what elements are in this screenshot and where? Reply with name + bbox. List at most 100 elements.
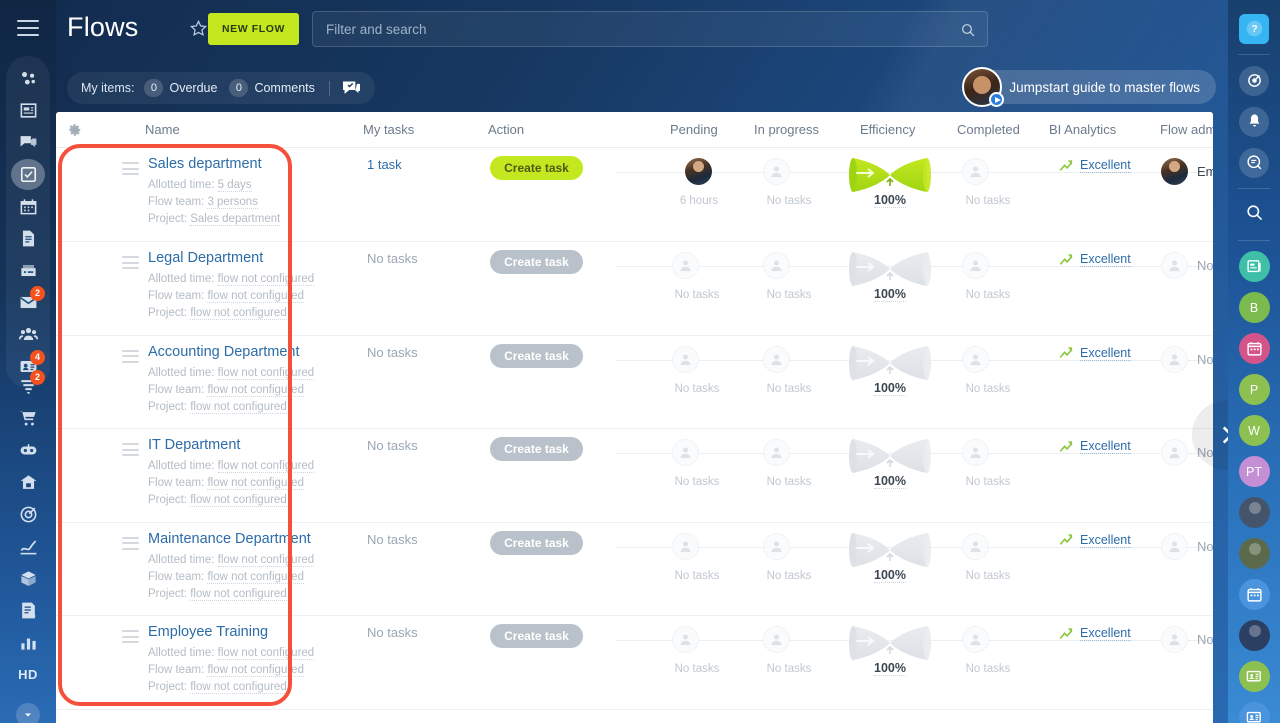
efficiency-gauge[interactable]	[843, 620, 937, 666]
avatar-pt[interactable]: PT	[1238, 456, 1270, 487]
user-photo-3[interactable]	[1238, 620, 1270, 651]
column-header-bi-analytics[interactable]: BI Analytics	[1049, 122, 1116, 137]
overdue-chip[interactable]: 0 Overdue	[144, 79, 217, 97]
sidebar-expand-button[interactable]	[16, 703, 40, 723]
right-sidebar-user-photo-1[interactable]	[1228, 492, 1280, 533]
messages-icon[interactable]	[1239, 147, 1269, 178]
flow-name-link[interactable]: IT Department	[148, 437, 240, 453]
column-header-efficiency[interactable]: Efficiency	[860, 122, 915, 137]
sidebar-item-esignature[interactable]	[6, 530, 50, 562]
flow-name-link[interactable]: Sales department	[148, 156, 262, 172]
user-photo-2[interactable]	[1238, 538, 1270, 569]
efficiency-gauge[interactable]	[843, 246, 937, 292]
my-tasks-cell[interactable]: 1 task	[367, 157, 402, 172]
sidebar-item-calendar[interactable]	[6, 190, 50, 222]
column-header-pending[interactable]: Pending	[670, 122, 718, 137]
column-header-flow-administrator[interactable]: Flow administrator	[1160, 122, 1213, 137]
bi-analytics-link[interactable]: Excellent	[1059, 626, 1131, 641]
in-progress-avatar-group[interactable]	[763, 439, 790, 466]
sidebar-item-workgroups[interactable]	[6, 62, 50, 94]
gear-icon[interactable]	[68, 123, 82, 142]
flow-name-link[interactable]: Accounting Department	[148, 344, 300, 360]
row-drag-handle[interactable]	[122, 536, 139, 554]
sidebar-item-news-feed[interactable]	[6, 94, 50, 126]
efficiency-gauge[interactable]	[843, 527, 937, 573]
sidebar-item-marketing[interactable]	[6, 498, 50, 530]
flow-administrator-cell[interactable]: Not assigned	[1161, 626, 1213, 653]
table-row[interactable]: IT Department Allotted time: flow not con…	[56, 429, 1213, 523]
right-sidebar-contacts-blue-icon[interactable]	[1228, 697, 1280, 723]
avatar-p[interactable]: P	[1238, 374, 1270, 405]
flow-administrator-cell[interactable]: Not assigned	[1161, 532, 1213, 560]
right-sidebar-calendar-pink-icon[interactable]	[1228, 328, 1280, 369]
comments-chip[interactable]: 0 Comments	[229, 79, 315, 97]
table-row[interactable]: Maintenance Department Allotted time: flo…	[56, 522, 1213, 616]
contacts-blue-icon[interactable]	[1238, 702, 1270, 723]
calendar-blue-icon[interactable]	[1238, 579, 1270, 610]
hamburger-menu-icon[interactable]	[17, 20, 39, 36]
right-sidebar-bell-icon[interactable]	[1228, 101, 1280, 142]
completed-avatar-group[interactable]	[962, 345, 989, 373]
jumpstart-banner[interactable]: Jumpstart guide to master flows	[962, 67, 1216, 107]
efficiency-gauge[interactable]	[843, 152, 937, 198]
sidebar-item-editor[interactable]	[6, 594, 50, 626]
chat-bubble-icon[interactable]	[342, 80, 361, 97]
pending-avatar[interactable]	[685, 158, 712, 185]
completed-avatar-group[interactable]	[962, 439, 989, 466]
calendar-pink-icon[interactable]	[1238, 333, 1270, 364]
completed-avatar-group[interactable]	[962, 158, 989, 185]
in-progress-avatar-group[interactable]	[763, 345, 790, 373]
bi-analytics-link[interactable]: Excellent	[1059, 158, 1131, 173]
sidebar-item-analytics[interactable]	[6, 626, 50, 658]
column-header-in-progress[interactable]: In progress	[754, 122, 819, 137]
row-drag-handle[interactable]	[122, 349, 139, 367]
favorite-star-icon[interactable]	[189, 19, 208, 43]
flow-name-link[interactable]: Legal Department	[148, 250, 263, 266]
column-header-my-tasks[interactable]: My tasks	[363, 122, 414, 137]
play-icon[interactable]	[989, 92, 1005, 107]
completed-avatar-group[interactable]	[962, 626, 989, 653]
new-flow-button[interactable]: NEW FLOW	[208, 13, 299, 45]
bi-analytics-link[interactable]: Excellent	[1059, 346, 1131, 361]
create-task-button[interactable]: Create task	[490, 624, 583, 648]
create-task-button[interactable]: Create task	[490, 530, 583, 555]
row-drag-handle[interactable]	[122, 256, 139, 273]
sidebar-item-cart[interactable]	[6, 402, 50, 434]
right-sidebar-contacts-green-icon[interactable]	[1228, 656, 1280, 697]
sidebar-item-crm-funnel[interactable]: 2	[6, 370, 50, 402]
sidebar-item-chat[interactable]	[6, 126, 50, 158]
search-box[interactable]	[312, 11, 988, 47]
right-sidebar-news-icon[interactable]	[1228, 246, 1280, 287]
sidebar-item-sites[interactable]	[6, 466, 50, 498]
efficiency-gauge[interactable]	[843, 433, 937, 479]
sidebar-item-tasks[interactable]	[6, 158, 50, 190]
row-drag-handle[interactable]	[122, 162, 139, 179]
avatar-b[interactable]: B	[1238, 292, 1270, 323]
table-row[interactable]: Legal Department Allotted time: flow not …	[56, 242, 1213, 336]
in-progress-avatar-group[interactable]	[763, 252, 790, 279]
create-task-button[interactable]: Create task	[490, 250, 583, 274]
completed-avatar-group[interactable]	[962, 532, 989, 560]
flow-administrator-cell[interactable]: Not assigned	[1161, 252, 1213, 279]
in-progress-avatar-group[interactable]	[763, 626, 790, 653]
column-header-name[interactable]: Name	[145, 122, 180, 137]
bi-analytics-link[interactable]: Excellent	[1059, 439, 1131, 454]
bi-analytics-link[interactable]: Excellent	[1059, 533, 1131, 548]
news-icon[interactable]	[1238, 251, 1270, 282]
sidebar-item-drive[interactable]	[6, 254, 50, 286]
pending-avatar-group[interactable]	[672, 439, 699, 466]
table-row[interactable]: Accounting Department Allotted time: flow…	[56, 335, 1213, 429]
flow-administrator-cell[interactable]: Not assigned	[1161, 345, 1213, 373]
create-task-button[interactable]: Create task	[490, 437, 583, 461]
search-input[interactable]	[313, 12, 987, 46]
right-sidebar-user-photo-2[interactable]	[1228, 533, 1280, 574]
row-drag-handle[interactable]	[122, 443, 139, 460]
column-header-action[interactable]: Action	[488, 122, 524, 137]
flow-administrator-cell[interactable]: Emily Walker	[1161, 158, 1213, 185]
search-icon[interactable]	[1245, 203, 1264, 227]
efficiency-gauge[interactable]	[843, 340, 937, 386]
sidebar-item-inventory[interactable]	[6, 562, 50, 594]
in-progress-avatar-group[interactable]	[763, 532, 790, 560]
sidebar-item-mail[interactable]: 2	[6, 286, 50, 318]
flow-name-link[interactable]: Maintenance Department	[148, 531, 311, 547]
